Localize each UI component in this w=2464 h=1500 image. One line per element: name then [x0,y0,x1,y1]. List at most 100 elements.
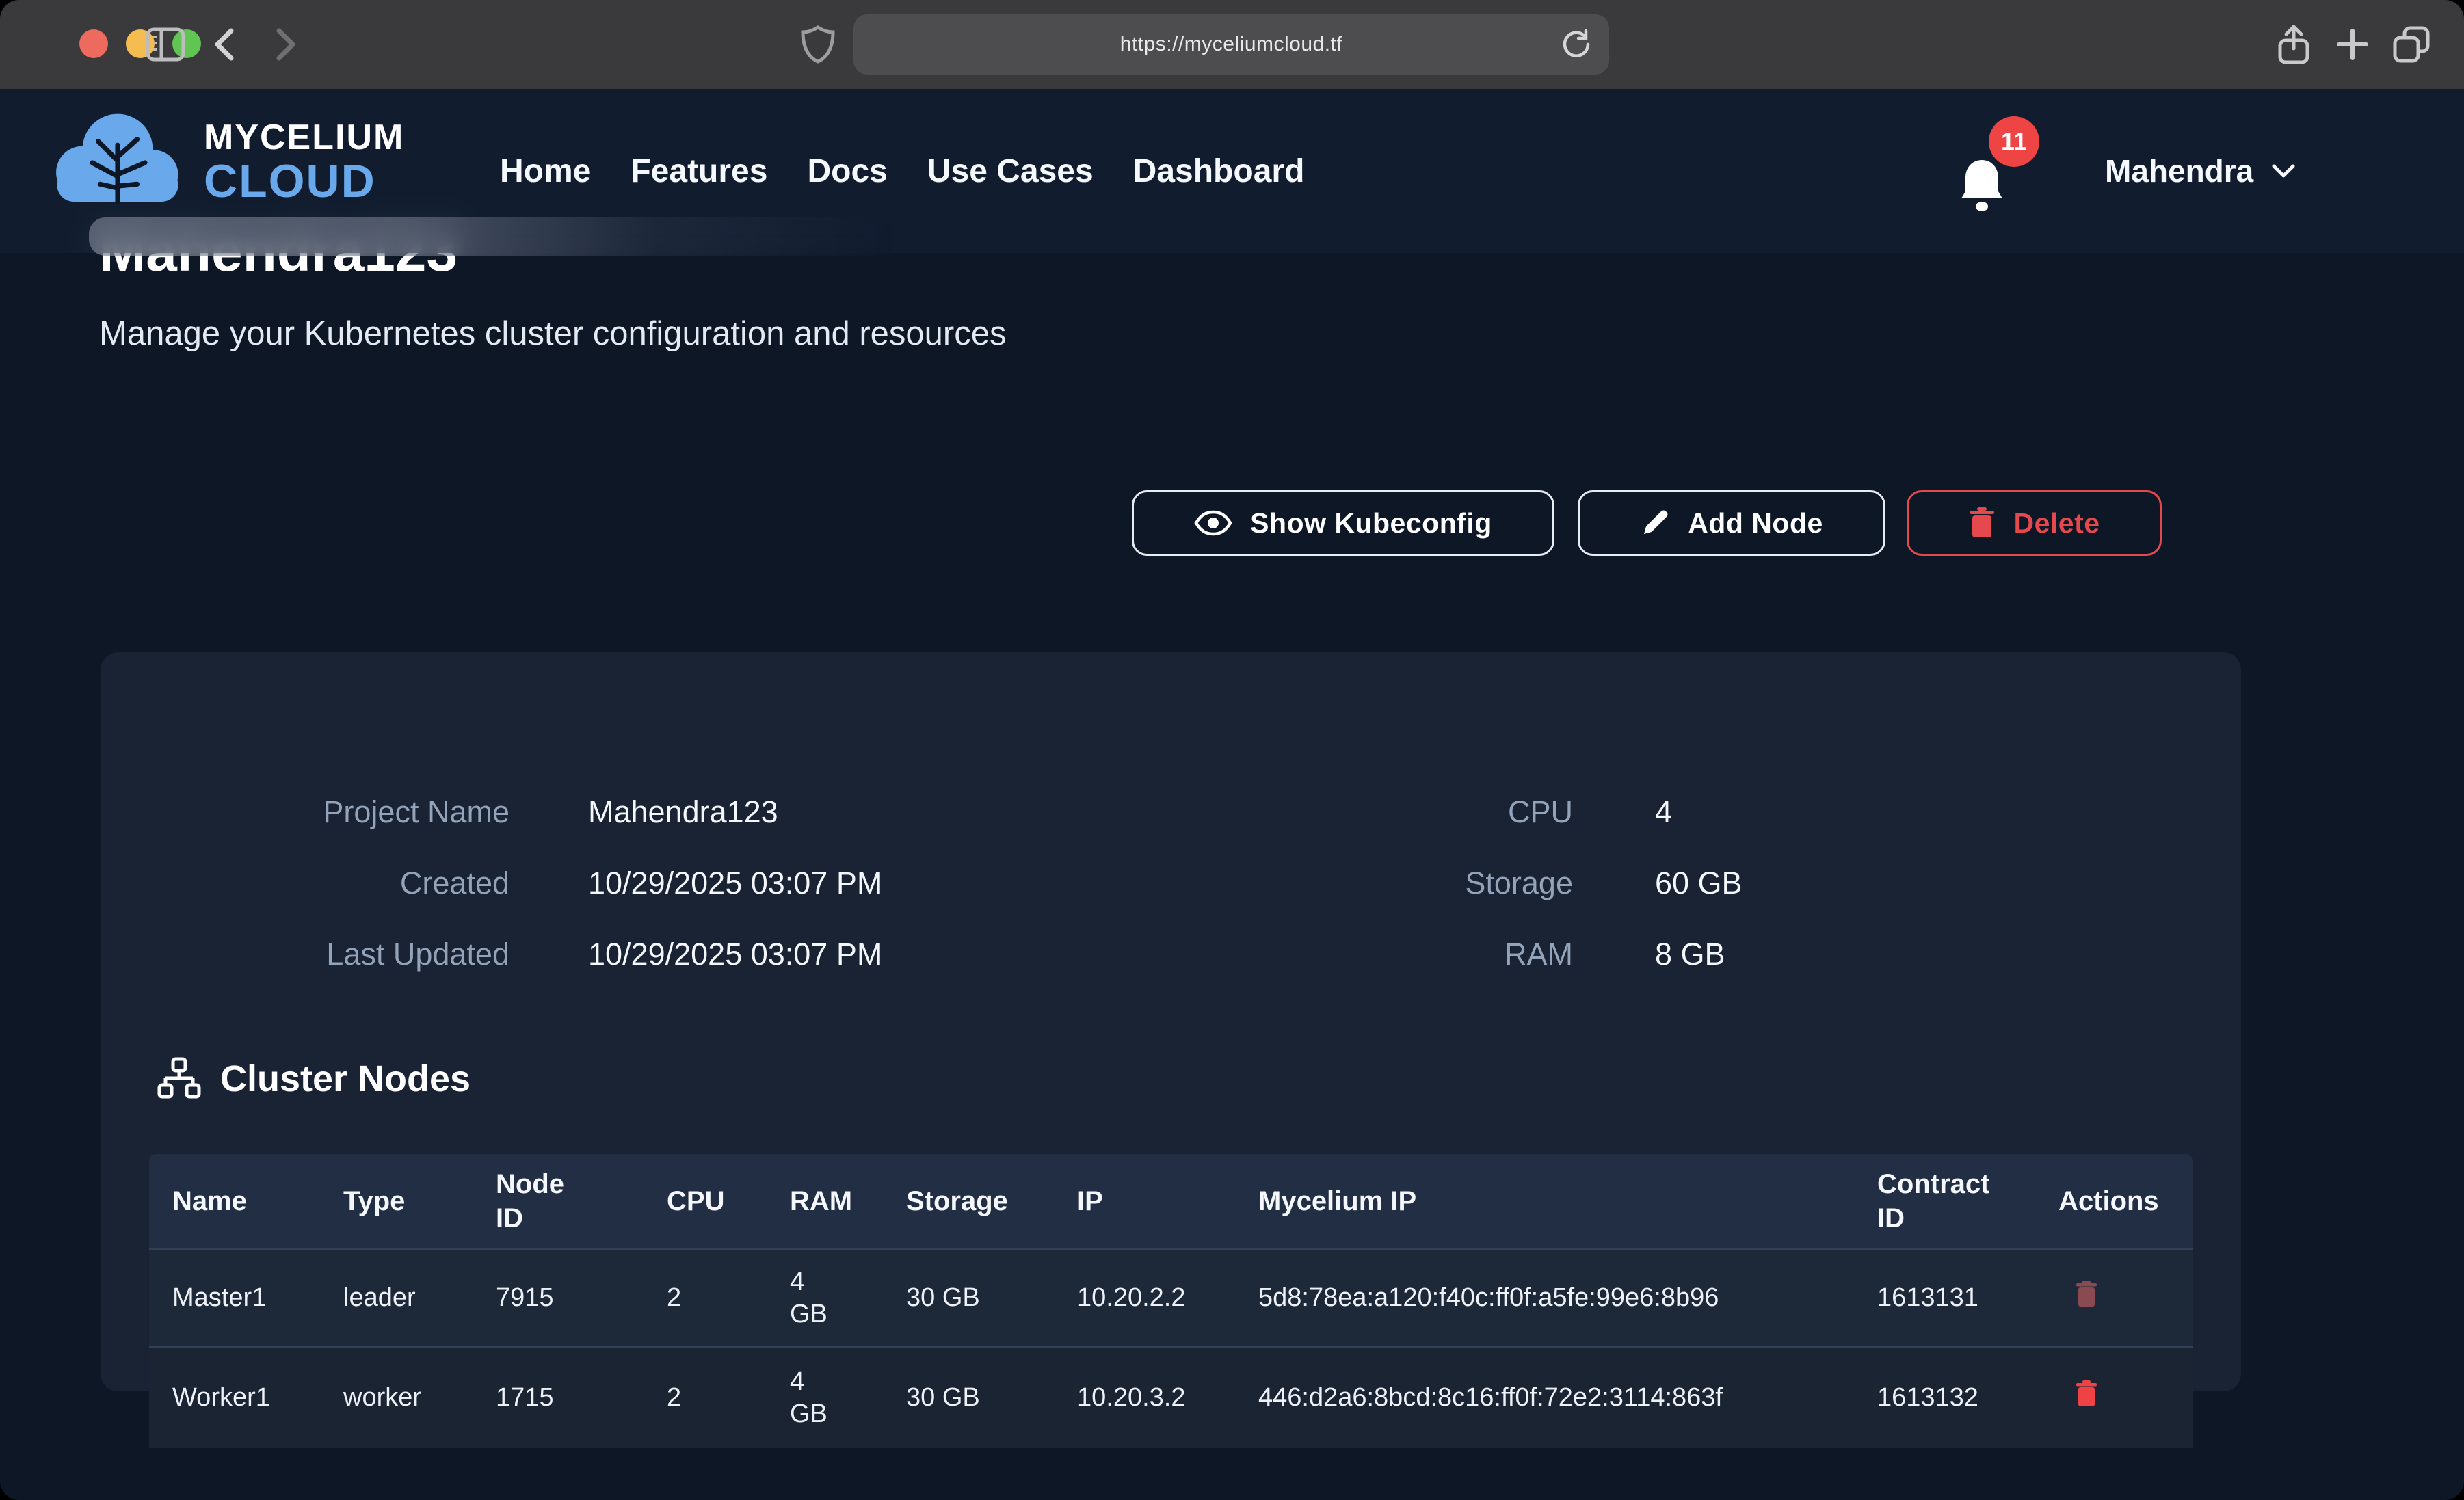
page-body: Mahendra123 Manage your Kubernetes clust… [0,89,2464,1500]
table-row-master1: Master1 leader 7915 2 4 GB 30 GB 10.20.2… [149,1248,2193,1348]
tab-overview-icon[interactable] [2389,23,2433,66]
shield-icon[interactable] [800,25,836,64]
cell-ram: 4 GB [767,1266,883,1331]
cluster-nodes-title: Cluster Nodes [220,1058,471,1100]
screenshot-root: https://myceliumcloud.tf [0,0,2464,1500]
cluster-info-left: Project Name Mahendra123 Created 10/29/2… [191,793,882,974]
notifications-button[interactable]: 11 [1950,116,2053,232]
col-header-name: Name [149,1184,320,1218]
col-header-mycelium-ip: Mycelium IP [1235,1184,1854,1218]
cell-node-id: 1715 [473,1382,644,1415]
cell-ip: 10.20.3.2 [1054,1382,1235,1415]
user-menu[interactable]: Mahendra [2105,89,2297,253]
eye-icon [1194,510,1232,536]
table-row-worker1: Worker1 worker 1715 2 4 GB 30 GB 10.20.3… [149,1348,2193,1448]
trash-icon [1968,507,1996,539]
cluster-nodes-table: Name Type Node ID CPU RAM Storage IP Myc… [149,1154,2193,1448]
cell-ip: 10.20.2.2 [1054,1282,1235,1315]
col-header-contract-id: Contract ID [1854,1167,2035,1235]
back-icon[interactable] [205,23,249,66]
col-header-ip: IP [1054,1184,1235,1218]
delete-node-button[interactable] [2075,1380,2098,1408]
nav-link-use-cases[interactable]: Use Cases [927,152,1094,190]
mycelium-cloud-logo-icon [49,108,186,215]
add-node-label: Add Node [1688,507,1823,539]
browser-window: https://myceliumcloud.tf [0,0,2464,1500]
network-nodes-icon [157,1057,201,1101]
brand-logo[interactable]: MYCELIUM CLOUD [49,108,404,215]
add-node-button[interactable]: Add Node [1578,490,1885,556]
last-updated-label: Last Updated [191,935,509,974]
address-bar[interactable]: https://myceliumcloud.tf [853,14,1609,75]
project-name-value: Mahendra123 [588,793,778,831]
cell-storage: 30 GB [883,1382,1054,1415]
trash-icon [2075,1380,2098,1408]
col-header-node-id: Node ID [473,1167,644,1235]
address-url: https://myceliumcloud.tf [1120,33,1342,56]
delete-node-button[interactable] [2075,1281,2098,1308]
cell-cpu: 2 [644,1282,767,1315]
col-header-actions: Actions [2035,1184,2193,1218]
cell-storage: 30 GB [883,1282,1054,1315]
title-blur-overlay [89,217,896,256]
chevron-down-icon [2270,162,2297,180]
cell-name: Worker1 [149,1382,320,1415]
sidebar-icon[interactable] [144,23,187,66]
cell-name: Master1 [149,1282,320,1315]
nav-link-dashboard[interactable]: Dashboard [1133,152,1305,190]
col-header-type: Type [320,1184,473,1218]
cell-cpu: 2 [644,1382,767,1415]
info-row-ram: RAM 8 GB [1340,935,1743,974]
nav-link-features[interactable]: Features [631,152,767,190]
cell-mycelium-ip: 446:d2a6:8bcd:8c16:ff0f:72e2:3114:863f [1235,1382,1854,1415]
forward-icon[interactable] [261,23,305,66]
cell-contract-id: 1613132 [1854,1382,2035,1415]
logo-line2: CLOUD [204,158,404,204]
table-header-row: Name Type Node ID CPU RAM Storage IP Myc… [149,1154,2193,1248]
info-row-storage: Storage 60 GB [1340,864,1743,902]
cluster-nodes-heading: Cluster Nodes [157,1057,471,1101]
show-kubeconfig-label: Show Kubeconfig [1250,507,1492,539]
new-tab-icon[interactable] [2331,23,2374,66]
cell-node-id: 7915 [473,1282,644,1315]
info-row-last-updated: Last Updated 10/29/2025 03:07 PM [191,935,882,974]
storage-value: 60 GB [1655,864,1743,902]
cpu-value: 4 [1655,793,1672,831]
ram-value: 8 GB [1655,935,1725,974]
delete-label: Delete [2013,507,2099,539]
cpu-label: CPU [1340,793,1573,831]
browser-toolbar: https://myceliumcloud.tf [0,0,2464,89]
page-subtitle: Manage your Kubernetes cluster configura… [99,314,1007,353]
window-close-button[interactable] [79,29,108,58]
pencil-icon [1640,508,1670,538]
share-icon[interactable] [2272,23,2316,66]
trash-icon [2075,1281,2098,1308]
cell-ram: 4 GB [767,1366,883,1431]
storage-label: Storage [1340,864,1573,902]
info-row-cpu: CPU 4 [1340,793,1743,831]
cluster-details-card: Project Name Mahendra123 Created 10/29/2… [101,652,2241,1391]
created-value: 10/29/2025 03:07 PM [588,864,882,902]
cell-type: worker [320,1382,473,1415]
delete-cluster-button[interactable]: Delete [1907,490,2162,556]
col-header-cpu: CPU [644,1184,767,1218]
cell-contract-id: 1613131 [1854,1282,2035,1315]
logo-line1: MYCELIUM [204,120,404,155]
logo-wordmark: MYCELIUM CLOUD [204,120,404,204]
user-name: Mahendra [2105,152,2253,189]
ram-label: RAM [1340,935,1573,974]
project-name-label: Project Name [191,793,509,831]
info-row-created: Created 10/29/2025 03:07 PM [191,864,882,902]
cell-mycelium-ip: 5d8:78ea:a120:f40c:ff0f:a5fe:99e6:8b96 [1235,1282,1854,1315]
col-header-ram: RAM [767,1184,883,1218]
show-kubeconfig-button[interactable]: Show Kubeconfig [1132,490,1554,556]
reload-icon[interactable] [1560,28,1593,61]
bell-icon [1956,156,2008,213]
nav-link-docs[interactable]: Docs [807,152,887,190]
created-label: Created [191,864,509,902]
col-header-storage: Storage [883,1184,1054,1218]
cluster-info-right: CPU 4 Storage 60 GB RAM 8 GB [1340,793,1743,974]
notification-badge: 11 [1989,116,2039,167]
last-updated-value: 10/29/2025 03:07 PM [588,935,882,974]
nav-link-home[interactable]: Home [500,152,591,190]
